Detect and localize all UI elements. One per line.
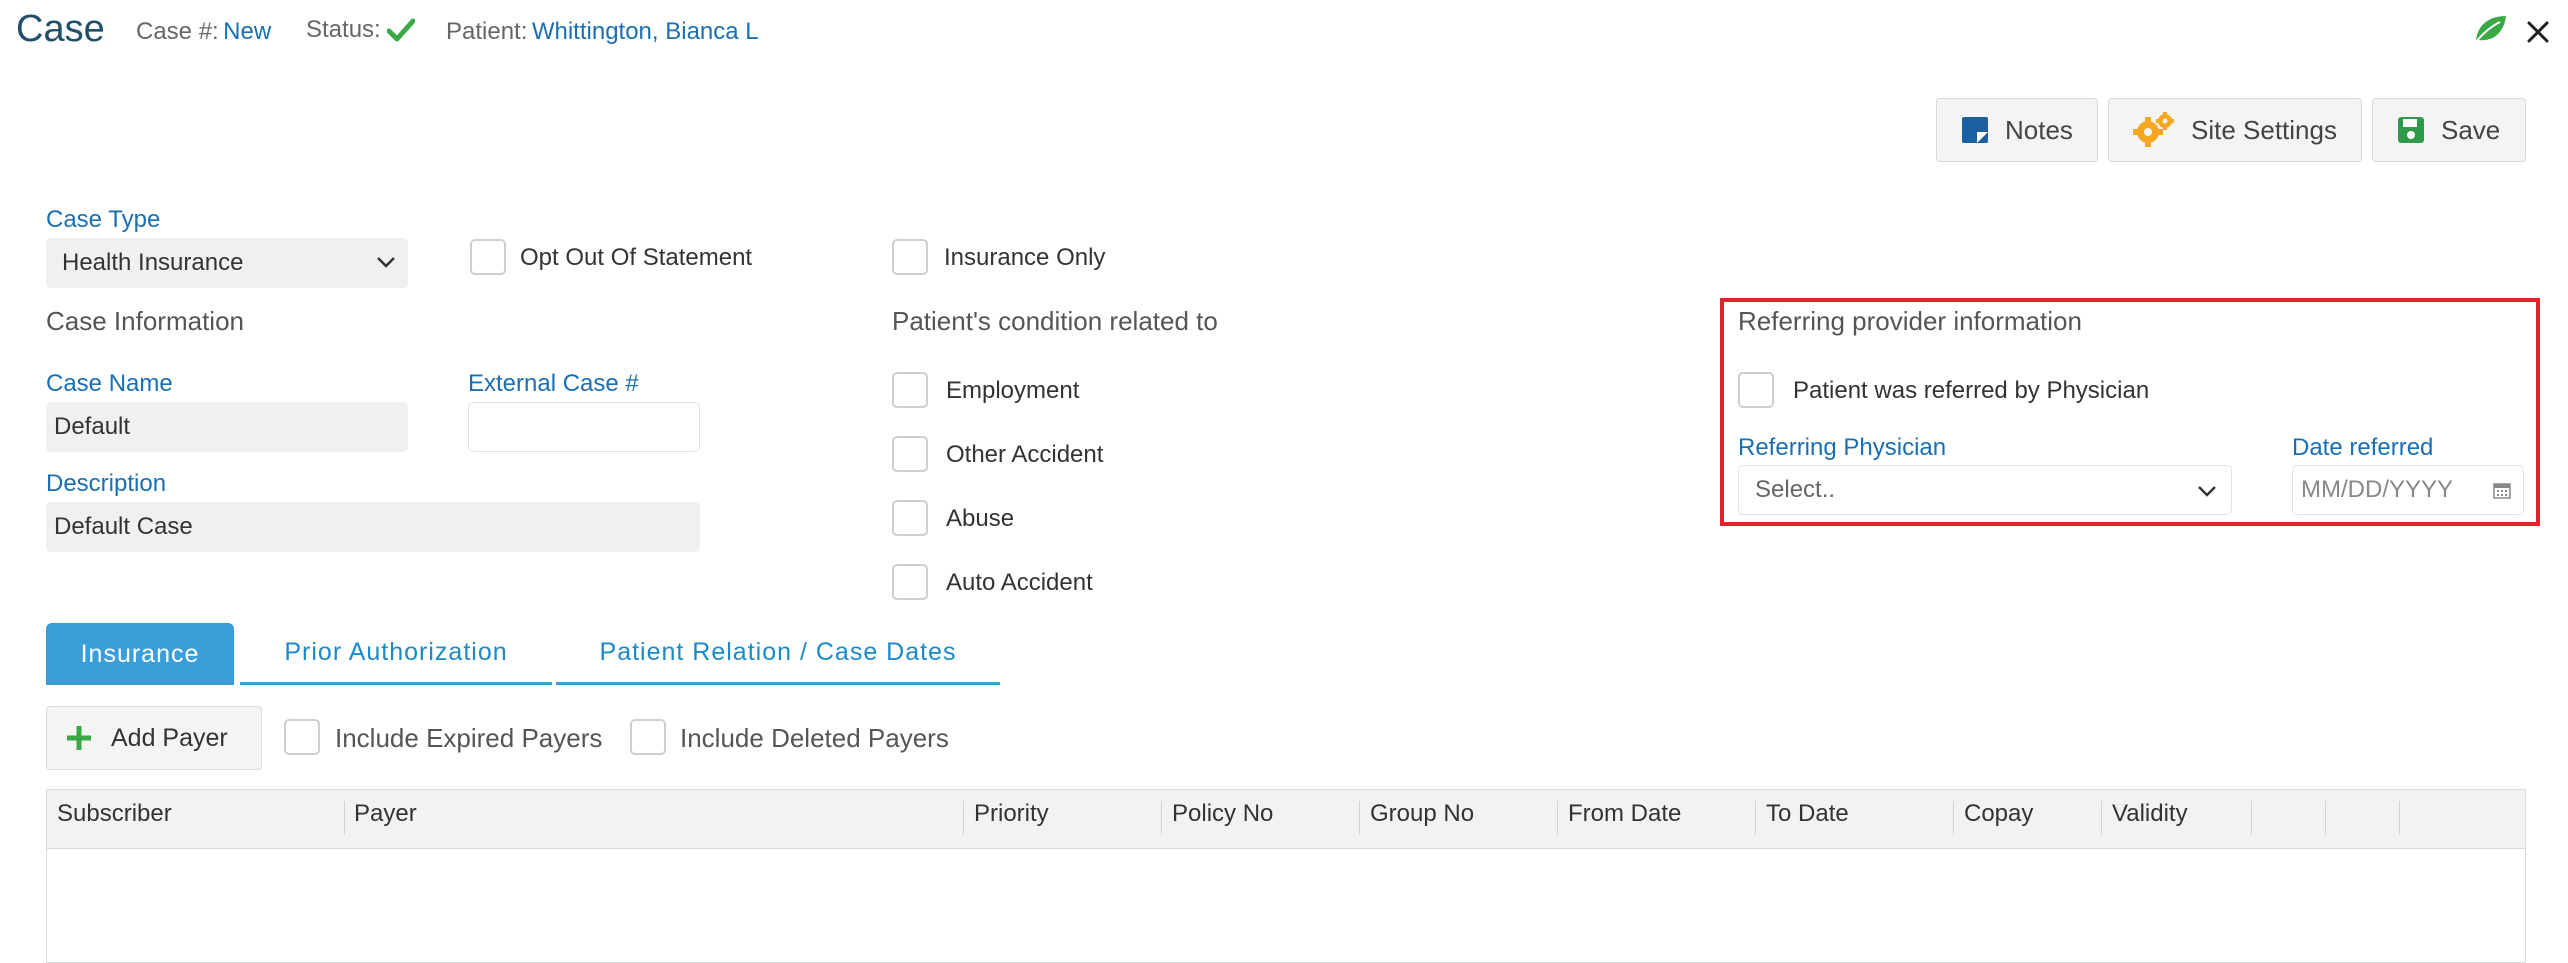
column-divider <box>963 801 964 835</box>
notes-icon <box>1962 117 1988 143</box>
date-referred-label: Date referred <box>2292 434 2434 461</box>
auto-accident-checkbox[interactable] <box>892 564 928 600</box>
external-case-label: External Case # <box>468 370 639 397</box>
case-number-label: Case #: <box>136 18 219 45</box>
column-divider <box>1359 801 1360 835</box>
plus-icon <box>67 726 91 750</box>
employment-label: Employment <box>946 377 1080 404</box>
case-information-heading: Case Information <box>46 306 244 336</box>
add-payer-button[interactable]: Add Payer <box>46 706 262 770</box>
column-policy-no[interactable]: Policy No <box>1172 800 1273 828</box>
save-button[interactable]: Save <box>2372 98 2526 162</box>
save-label: Save <box>2441 114 2501 145</box>
include-deleted-label: Include Deleted Payers <box>680 723 949 753</box>
other-accident-checkbox[interactable] <box>892 436 928 472</box>
column-subscriber[interactable]: Subscriber <box>57 800 172 828</box>
checkmark-icon <box>386 18 415 42</box>
insurance-only-label: Insurance Only <box>944 244 1106 271</box>
column-divider <box>1161 801 1162 835</box>
abuse-checkbox[interactable] <box>892 500 928 536</box>
case-type-label: Case Type <box>46 206 161 233</box>
column-from-date[interactable]: From Date <box>1568 800 1681 828</box>
include-deleted-checkbox[interactable] <box>630 719 666 755</box>
condition-heading: Patient's condition related to <box>892 306 1218 336</box>
referring-physician-placeholder: Select.. <box>1755 476 1836 503</box>
column-to-date[interactable]: To Date <box>1766 800 1849 828</box>
description-value: Default Case <box>54 513 193 540</box>
column-divider <box>2101 801 2102 835</box>
referred-by-physician-label: Patient was referred by Physician <box>1793 377 2150 404</box>
include-expired-label: Include Expired Payers <box>335 723 603 753</box>
employment-checkbox[interactable] <box>892 372 928 408</box>
column-divider <box>2251 801 2252 835</box>
status-label: Status: <box>306 16 381 43</box>
tab-patient-relation[interactable]: Patient Relation / Case Dates <box>556 623 1000 685</box>
column-group-no[interactable]: Group No <box>1370 800 1474 828</box>
case-type-value: Health Insurance <box>62 249 244 276</box>
abuse-label: Abuse <box>946 505 1015 532</box>
date-referred-placeholder: MM/DD/YYYY <box>2301 476 2454 503</box>
case-name-input[interactable]: Default <box>46 402 408 452</box>
column-divider <box>1755 801 1756 835</box>
referring-heading: Referring provider information <box>1738 306 2082 336</box>
case-name-label: Case Name <box>46 370 173 397</box>
leaf-icon[interactable] <box>2472 14 2508 44</box>
notes-label: Notes <box>2005 114 2073 145</box>
referred-by-physician-checkbox[interactable] <box>1738 372 1774 408</box>
patient-name-link[interactable]: Whittington, Bianca L <box>532 18 759 45</box>
column-divider <box>1557 801 1558 835</box>
column-validity[interactable]: Validity <box>2112 800 2188 828</box>
column-divider <box>1953 801 1954 835</box>
patient-label: Patient: <box>446 18 528 45</box>
tab-insurance[interactable]: Insurance <box>46 623 234 685</box>
date-referred-input[interactable]: MM/DD/YYYY <box>2292 465 2524 515</box>
description-input[interactable]: Default Case <box>46 502 700 552</box>
other-accident-label: Other Accident <box>946 441 1104 468</box>
column-divider <box>2399 801 2400 835</box>
column-divider <box>2325 801 2326 835</box>
tab-prior-authorization[interactable]: Prior Authorization <box>240 623 552 685</box>
opt-out-checkbox[interactable] <box>470 239 506 275</box>
chevron-down-icon <box>377 257 395 268</box>
case-type-select[interactable]: Health Insurance <box>46 238 408 288</box>
referring-physician-label: Referring Physician <box>1738 434 1947 461</box>
column-divider <box>344 801 345 835</box>
column-priority[interactable]: Priority <box>974 800 1049 828</box>
opt-out-label: Opt Out Of Statement <box>520 244 753 271</box>
description-label: Description <box>46 470 167 497</box>
calendar-icon[interactable] <box>2493 481 2511 499</box>
site-settings-label: Site Settings <box>2191 114 2337 145</box>
save-icon <box>2398 117 2424 143</box>
notes-button[interactable]: Notes <box>1936 98 2098 162</box>
case-name-value: Default <box>54 413 131 440</box>
case-number: Case #: New <box>136 18 271 46</box>
external-case-input[interactable] <box>468 402 700 452</box>
add-payer-label: Add Payer <box>111 723 228 752</box>
page-title: Case <box>16 8 105 50</box>
column-payer[interactable]: Payer <box>354 800 417 828</box>
close-icon[interactable] <box>2526 20 2550 44</box>
insurance-only-checkbox[interactable] <box>892 239 928 275</box>
auto-accident-label: Auto Accident <box>946 569 1093 596</box>
referring-physician-select[interactable]: Select.. <box>1738 465 2232 515</box>
case-number-value: New <box>223 18 272 45</box>
gears-icon <box>2133 112 2174 147</box>
column-copay[interactable]: Copay <box>1964 800 2033 828</box>
include-expired-checkbox[interactable] <box>284 719 320 755</box>
chevron-down-icon <box>2198 486 2216 497</box>
patient: Patient: Whittington, Bianca L <box>446 18 759 46</box>
site-settings-button[interactable]: Site Settings <box>2108 98 2362 162</box>
status: Status: <box>306 16 415 44</box>
